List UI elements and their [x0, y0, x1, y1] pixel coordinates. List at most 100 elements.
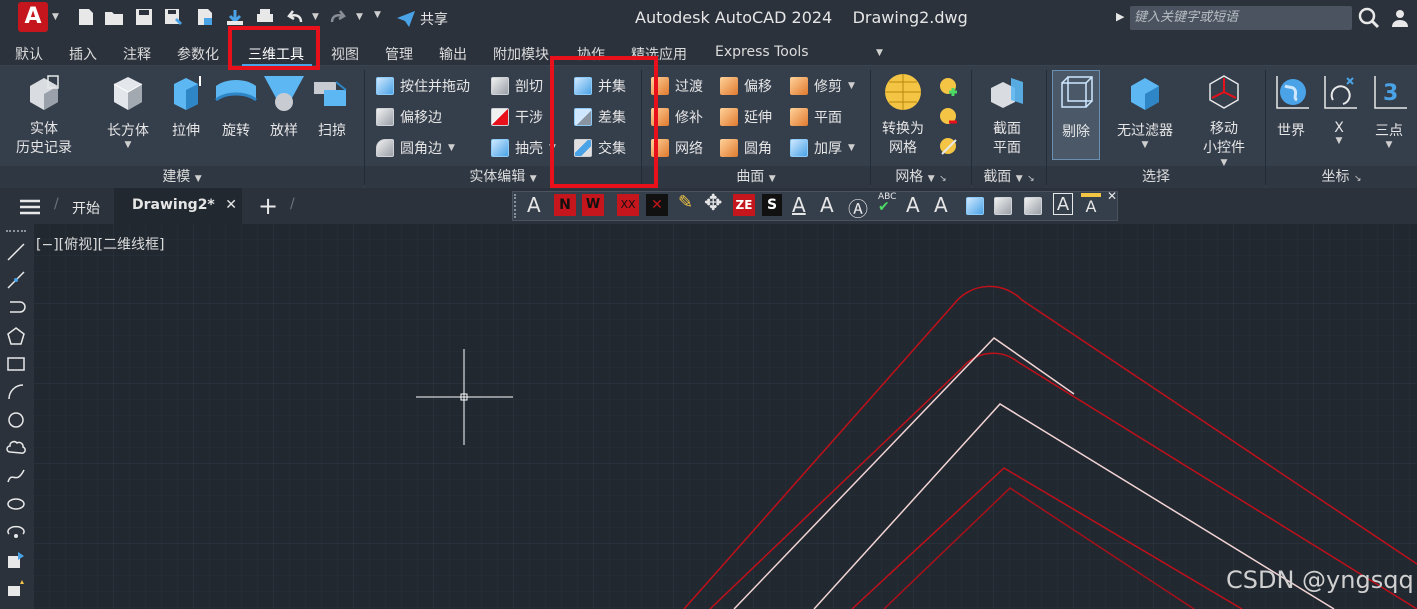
fillet-edge-button[interactable]: 圆角边 ▼: [376, 138, 455, 158]
web-open-icon[interactable]: [195, 8, 215, 26]
thicken-chevron-icon[interactable]: ▼: [848, 143, 855, 153]
text-ze-icon[interactable]: ZE: [733, 194, 755, 216]
tab-default[interactable]: 默认: [15, 44, 43, 64]
spline-icon[interactable]: [6, 466, 26, 486]
surface-panel-title[interactable]: 曲面 ▼: [642, 166, 870, 188]
search-expand-icon[interactable]: ▶: [1116, 10, 1124, 23]
app-menu-chevron-icon[interactable]: ▼: [52, 12, 59, 22]
tab-express-tools[interactable]: Express Tools: [715, 44, 809, 60]
tab-addins[interactable]: 附加模块: [493, 44, 549, 64]
redo-icon[interactable]: [328, 8, 348, 26]
offset-edge-button[interactable]: 偏移边: [376, 107, 442, 127]
spell-check-icon[interactable]: ABC ✔: [878, 192, 896, 214]
no-filter-chevron-icon[interactable]: ▼: [1110, 140, 1180, 150]
loft-button[interactable]: 放样: [260, 72, 308, 140]
fillet-edge-chevron-icon[interactable]: ▼: [448, 143, 455, 153]
text-style-a-icon[interactable]: A: [527, 193, 541, 217]
mesh-remove-icon[interactable]: [938, 106, 960, 128]
plot-icon[interactable]: [255, 8, 275, 26]
layer-cube-3-icon[interactable]: [1024, 197, 1042, 215]
open-folder-icon[interactable]: [104, 8, 124, 26]
construction-line-icon[interactable]: [6, 270, 26, 290]
thicken-button[interactable]: 加厚 ▼: [790, 138, 855, 158]
insert-block-icon[interactable]: [6, 550, 26, 570]
draw-toolbar-grip[interactable]: [6, 230, 26, 234]
revcloud-icon[interactable]: [6, 438, 26, 458]
toolbar-close-icon[interactable]: ✕: [1107, 189, 1117, 203]
text-ruler-icon[interactable]: A: [1081, 193, 1101, 216]
section-plane-button[interactable]: 截面 平面: [976, 72, 1038, 158]
no-filter-button[interactable]: 无过滤器 ▼: [1110, 72, 1180, 150]
search-icon[interactable]: [1358, 7, 1380, 29]
extend-button[interactable]: 延伸: [720, 107, 772, 127]
customize-chevron-icon[interactable]: ▼: [374, 10, 381, 20]
extrude-button[interactable]: 拉伸: [162, 72, 210, 140]
box-chevron-icon[interactable]: ▼: [100, 140, 156, 150]
slice-button[interactable]: 剖切: [491, 76, 543, 96]
ucs-three-point-button[interactable]: 3 三点 ▼: [1366, 72, 1412, 150]
surface-fillet-button[interactable]: 圆角: [720, 138, 772, 158]
tab-annotate[interactable]: 注释: [123, 44, 151, 64]
text-justify-icon[interactable]: A: [934, 193, 948, 217]
polygon-icon[interactable]: [6, 326, 26, 346]
ucs-panel-title[interactable]: 坐标 ↘: [1266, 166, 1417, 188]
modeling-panel-title[interactable]: 建模 ▼: [0, 166, 364, 188]
drawing-canvas[interactable]: [−][俯视][二维线框] CSDN @yngsqq: [34, 224, 1417, 609]
user-icon[interactable]: [1390, 8, 1410, 28]
arc-icon[interactable]: [6, 382, 26, 402]
convert-to-mesh-button[interactable]: 转换为 网格: [874, 72, 932, 158]
ellipse-icon[interactable]: [6, 494, 26, 514]
line-icon[interactable]: [6, 242, 26, 262]
doc-tab-drawing2[interactable]: Drawing2* ✕: [114, 188, 242, 224]
undo-chevron-icon[interactable]: ▼: [312, 12, 319, 22]
close-tab-icon[interactable]: ✕: [225, 197, 237, 213]
patch-button[interactable]: 修补: [651, 107, 703, 127]
move-arrows-icon[interactable]: ✥: [704, 191, 722, 216]
ucs-x-chevron-icon[interactable]: ▼: [1316, 136, 1362, 146]
new-tab-plus-icon[interactable]: +: [258, 192, 278, 220]
box-button[interactable]: 长方体 ▼: [100, 72, 156, 150]
network-button[interactable]: 网络: [651, 138, 703, 158]
search-box[interactable]: 键入关键字或短语: [1130, 6, 1352, 30]
pen-icon[interactable]: ✎: [678, 192, 693, 213]
text-cross-icon[interactable]: ✕: [646, 194, 668, 216]
redo-chevron-icon[interactable]: ▼: [356, 12, 363, 22]
sweep-button[interactable]: 扫掠: [308, 72, 356, 140]
doc-tab-start[interactable]: 开始: [72, 198, 100, 218]
interfere-button[interactable]: 干涉: [491, 107, 543, 127]
text-scale-icon[interactable]: A: [906, 193, 920, 217]
text-n-icon[interactable]: N: [554, 194, 576, 216]
tab-view[interactable]: 视图: [331, 44, 359, 64]
viewport-controls-label[interactable]: [−][俯视][二维线框]: [36, 234, 165, 254]
mesh-add-icon[interactable]: [938, 76, 960, 98]
move-gizmo-button[interactable]: 移动 小控件 ▼: [1192, 72, 1256, 168]
text-box-a-icon[interactable]: A: [1053, 193, 1073, 215]
save-icon[interactable]: [134, 8, 154, 26]
make-block-icon[interactable]: [6, 578, 26, 598]
surface-offset-button[interactable]: 偏移: [720, 76, 772, 96]
cull-button[interactable]: 剔除: [1052, 70, 1100, 160]
tab-insert[interactable]: 插入: [69, 44, 97, 64]
ribbon-toggle-chevron-icon[interactable]: ▼: [876, 48, 883, 58]
selection-panel-title[interactable]: 选择: [1047, 166, 1265, 188]
shell-button[interactable]: 抽壳 ▼: [491, 138, 556, 158]
tab-output[interactable]: 输出: [439, 44, 467, 64]
find-text-icon[interactable]: Ⓐ: [848, 193, 868, 222]
mesh-smooth-icon[interactable]: [938, 136, 960, 158]
mesh-panel-title[interactable]: 网格 ▼ ↘: [871, 166, 971, 188]
ellipse-arc-icon[interactable]: [6, 522, 26, 542]
revolve-button[interactable]: 旋转: [212, 72, 260, 140]
layer-cube-2-icon[interactable]: [994, 197, 1012, 215]
text-w-icon[interactable]: W: [582, 194, 604, 216]
web-save-icon[interactable]: [225, 8, 245, 26]
undo-icon[interactable]: [285, 8, 305, 26]
blend-button[interactable]: 过渡: [651, 76, 703, 96]
app-logo[interactable]: A: [18, 2, 48, 32]
trim-chevron-icon[interactable]: ▼: [848, 81, 855, 91]
tab-manage[interactable]: 管理: [385, 44, 413, 64]
save-as-icon[interactable]: [163, 8, 183, 26]
floating-toolbar-grip[interactable]: [514, 194, 520, 218]
text-s-icon[interactable]: S: [762, 194, 782, 216]
ucs-three-point-chevron-icon[interactable]: ▼: [1366, 140, 1412, 150]
tab-parametric[interactable]: 参数化: [177, 44, 219, 64]
